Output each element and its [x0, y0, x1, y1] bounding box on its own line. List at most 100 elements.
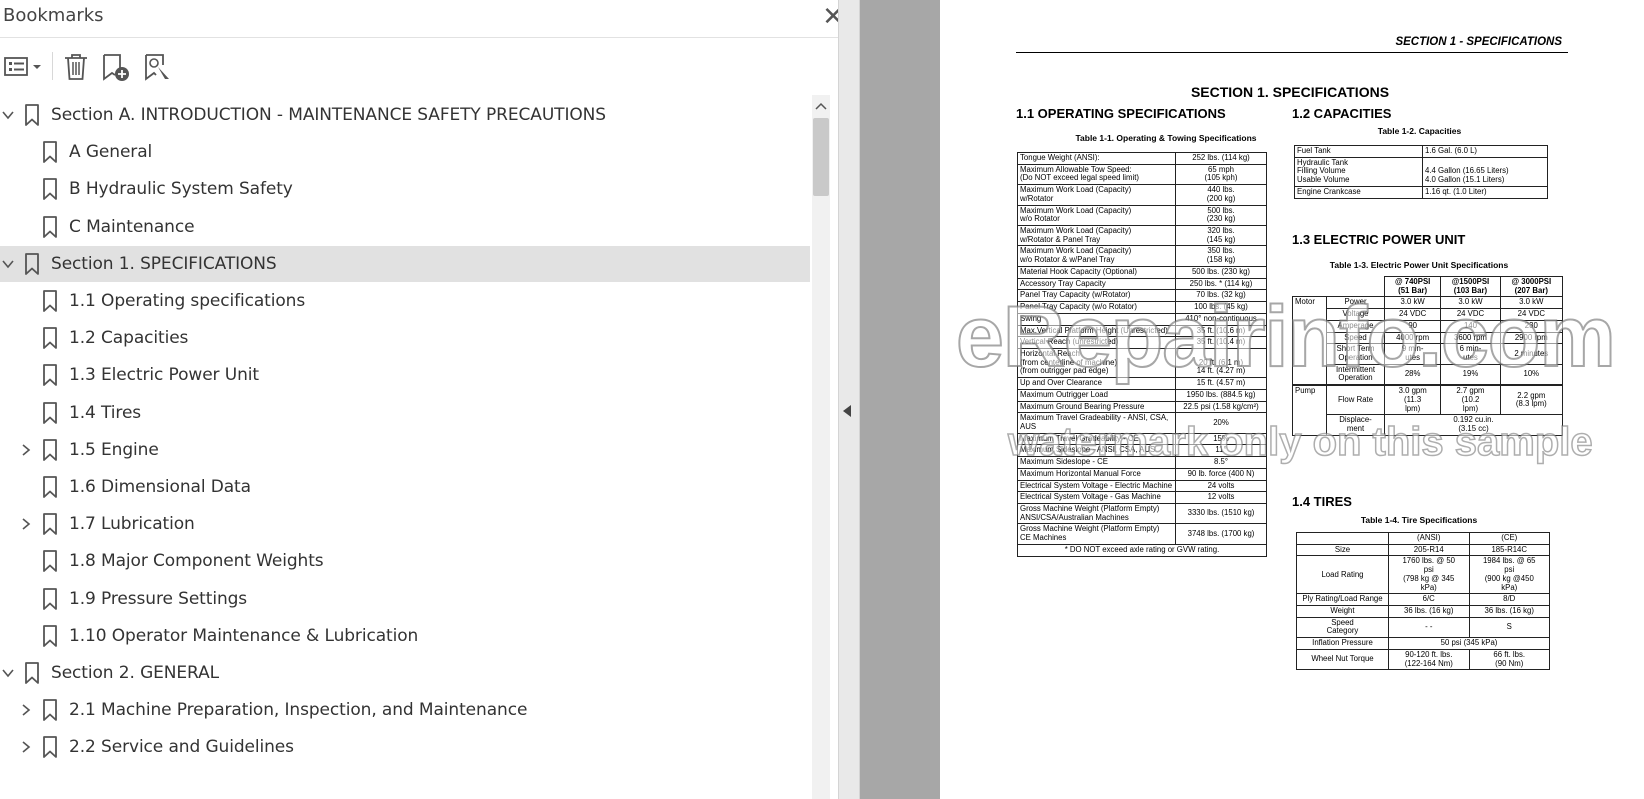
- bookmark-icon: [43, 141, 57, 164]
- table-row: (ANSI) (CE): [1296, 532, 1550, 545]
- bookmark-item[interactable]: 1.3 Electric Power Unit: [0, 357, 275, 393]
- table-cell: 1.16 qt. (1.0 Liter): [1422, 185, 1548, 199]
- find-bookmark-button[interactable]: [143, 52, 173, 82]
- table-row: Maximum Ground Bearing Pressure 22.5 psi …: [1017, 400, 1267, 414]
- bookmark-item[interactable]: A General: [0, 134, 168, 170]
- scrollbar-track[interactable]: [812, 95, 830, 799]
- bookmark-label: 1.3 Electric Power Unit: [69, 365, 259, 386]
- bookmark-item[interactable]: 1.2 Capacities: [0, 320, 204, 356]
- bookmarks-panel: Bookmarks ✕ Section A. INTRODUCTION - MA…: [0, 0, 870, 799]
- bookmark-label: Section 2. GENERAL: [51, 663, 219, 683]
- bookmark-label: 2.1 Machine Preparation, Inspection, and…: [69, 700, 528, 721]
- options-menu-button[interactable]: [4, 52, 44, 82]
- chevron-right-icon[interactable]: [18, 702, 34, 718]
- bookmark-item[interactable]: B Hydraulic System Safety: [0, 171, 309, 207]
- bookmark-label: 2.2 Service and Guidelines: [69, 737, 294, 758]
- table-cell: 65 mph (105 kph): [1175, 163, 1267, 186]
- chevron-right-icon[interactable]: [18, 516, 34, 532]
- table-cell: 500 lbs. (230 kg): [1175, 265, 1267, 279]
- table-cell: 3.0 gpm (11.3 lpm): [1383, 384, 1442, 416]
- table-cell: 205-R14: [1388, 543, 1470, 557]
- table-row: Pump Flow Rate 3.0 gpm (11.3 lpm) 2.7 gpm (10.…: [1292, 384, 1564, 436]
- bookmark-item[interactable]: C Maintenance: [0, 209, 210, 245]
- panel-splitter[interactable]: [838, 0, 860, 799]
- bookmark-item[interactable]: Section 2. GENERAL: [0, 655, 235, 691]
- bookmark-label: 1.1 Operating specifications: [69, 291, 306, 311]
- chevron-down-icon[interactable]: [0, 107, 16, 123]
- bookmark-label: 1.7 Lubrication: [69, 514, 195, 535]
- table-cell: * DO NOT exceed axle rating or GVW ratin…: [1017, 543, 1267, 557]
- table-row: Wheel Nut Torque 90-120 ft. lbs. (122-164 …: [1296, 648, 1550, 671]
- bookmark-icon: [43, 550, 57, 573]
- bookmark-icon: [43, 215, 57, 238]
- bookmark-item[interactable]: Section A. INTRODUCTION - MAINTENANCE SA…: [0, 97, 622, 133]
- bookmark-label: Section 1. SPECIFICATIONS: [51, 253, 277, 274]
- table-cell: 90 lb. force (400 N): [1175, 467, 1267, 481]
- chevron-down-icon[interactable]: [0, 665, 16, 681]
- table-cell: - -: [1388, 616, 1470, 639]
- bookmark-icon: [25, 252, 39, 275]
- bookmark-item[interactable]: 1.4 Tires: [0, 395, 157, 431]
- collapse-panel-arrow-icon[interactable]: [843, 405, 851, 417]
- table-cell: Speed Category: [1296, 616, 1389, 639]
- bookmark-item[interactable]: 1.1 Operating specifications: [0, 283, 321, 319]
- table-row: Electrical System Voltage - Gas Machine 1…: [1017, 491, 1267, 504]
- table-cell: Maximum Work Load (Capacity) w/o Rotator: [1017, 204, 1176, 227]
- bookmark-item[interactable]: 1.10 Operator Maintenance & Lubrication: [0, 618, 434, 654]
- table-row: Maximum Allowable Tow Speed: (Do NOT exce…: [1017, 163, 1267, 186]
- table-cell: S: [1468, 616, 1550, 639]
- table-row: Electrical System Voltage - Electric Mac…: [1017, 479, 1267, 493]
- table-row: Load Rating 1760 lbs. @ 50 psi (798 kg @ 34…: [1296, 555, 1550, 595]
- table-row: Maximum Work Load (Capacity) w/o Rotator…: [1017, 245, 1267, 267]
- bookmark-label: 1.4 Tires: [69, 402, 142, 423]
- bookmarks-toolbar: [0, 38, 870, 94]
- table-cell: Material Hook Capacity (Optional): [1017, 265, 1176, 279]
- bookmark-label: 1.10 Operator Maintenance & Lubrication: [69, 625, 419, 646]
- delete-bookmark-icon: [65, 54, 87, 80]
- table-cell: 8/D: [1468, 593, 1550, 607]
- table-capacities: Fuel Tank 1.6 Gal. (6.0 L) Hydraulic Tank …: [1294, 145, 1548, 199]
- bookmark-icon: [43, 290, 57, 312]
- bookmark-item[interactable]: 2.2 Service and Guidelines: [0, 729, 310, 765]
- panel-title: Bookmarks: [3, 5, 104, 26]
- bookmark-item[interactable]: 1.7 Lubrication: [0, 506, 211, 542]
- scrollbar-thumb[interactable]: [813, 118, 829, 196]
- table-row: Weight 36 lbs. (16 kg) 36 lbs. (16 kg): [1296, 605, 1550, 618]
- bookmark-tree: Section A. INTRODUCTION - MAINTENANCE SA…: [0, 95, 848, 799]
- table-row: Ply Rating/Load Range 6/C 8/D: [1296, 593, 1550, 607]
- table-cell: Tongue Weight (ANSI):: [1017, 152, 1176, 165]
- watermark-text: eRepairinfo.com: [955, 288, 1617, 386]
- bookmark-item[interactable]: 1.6 Dimensional Data: [0, 469, 267, 505]
- table-cell: Electrical System Voltage - Electric Mac…: [1017, 479, 1176, 493]
- bookmark-label: 1.8 Major Component Weights: [69, 551, 324, 572]
- bookmark-item[interactable]: 1.8 Major Component Weights: [0, 543, 340, 579]
- bookmark-icon: [43, 178, 57, 201]
- bookmark-item[interactable]: 2.1 Machine Preparation, Inspection, and…: [0, 692, 543, 728]
- bookmark-icon: [25, 662, 39, 684]
- add-bookmark-button[interactable]: [101, 52, 131, 82]
- table-cell: 2.2 gpm (8.3 lpm): [1499, 384, 1564, 416]
- delete-bookmark-button[interactable]: [62, 52, 90, 82]
- table-cell: 1.6 Gal. (6.0 L): [1422, 145, 1548, 158]
- table-cell: 4.4 Gallon (16.65 Liters) 4.0 Gallon (15.…: [1422, 156, 1548, 187]
- scroll-up-button[interactable]: [812, 97, 830, 115]
- chevron-down-icon[interactable]: [0, 256, 16, 272]
- chevron-right-icon[interactable]: [18, 442, 34, 458]
- chevron-right-icon[interactable]: [18, 739, 34, 755]
- section-title: SECTION 1. SPECIFICATIONS: [1190, 84, 1390, 100]
- bookmark-item[interactable]: Section 1. SPECIFICATIONS: [0, 245, 810, 282]
- table-row: Maximum Outrigger Load 1950 lbs. (884.5 k…: [1017, 388, 1267, 402]
- bookmark-item[interactable]: 1.9 Pressure Settings: [0, 581, 263, 617]
- table-cell: 90-120 ft. lbs. (122-164 Nm): [1388, 648, 1470, 671]
- bookmark-item[interactable]: 1.5 Engine: [0, 432, 175, 468]
- table-row: Material Hook Capacity (Optional) 500 lbs…: [1017, 265, 1267, 279]
- table-cell: Engine Crankcase: [1294, 185, 1423, 199]
- table-cell: 252 lbs. (114 kg): [1175, 152, 1267, 165]
